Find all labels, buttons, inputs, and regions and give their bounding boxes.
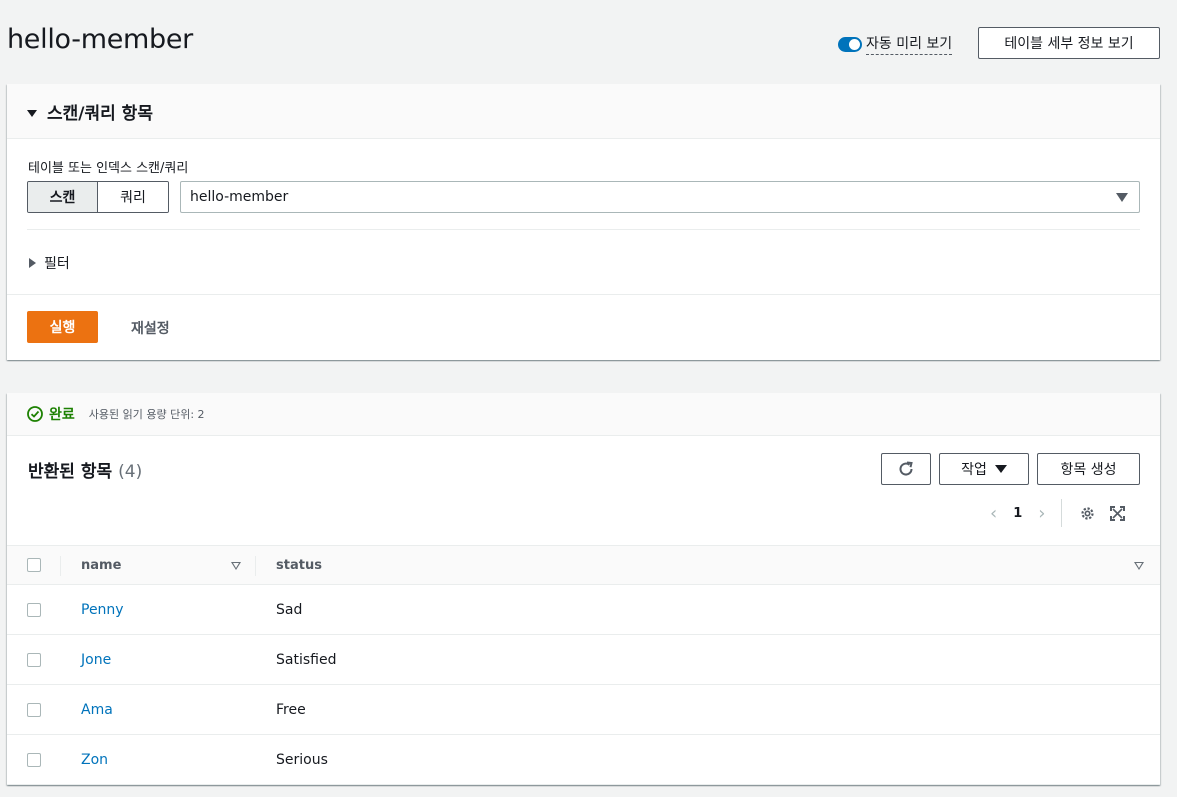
scan-query-panel-title: 스캔/쿼리 항목 <box>47 103 153 124</box>
divider <box>7 294 1160 295</box>
chevron-right-icon[interactable]: › <box>1038 503 1045 524</box>
table-index-select[interactable]: hello-member <box>180 181 1140 213</box>
actions-label: 작업 <box>961 462 987 478</box>
select-all-checkbox[interactable] <box>27 558 41 572</box>
row-checkbox[interactable] <box>27 652 41 667</box>
table-row[interactable]: Jone Satisfied <box>7 635 1160 685</box>
filter-expander[interactable]: 필터 <box>29 253 70 273</box>
column-header-name[interactable]: name <box>81 558 121 573</box>
column-header-status[interactable]: status <box>276 558 322 573</box>
success-check-icon <box>27 406 43 422</box>
refresh-icon <box>899 461 913 476</box>
actions-dropdown-button[interactable]: 작업 <box>939 453 1029 485</box>
caret-right-icon <box>29 258 36 268</box>
sort-icon[interactable] <box>231 562 241 570</box>
divider <box>27 229 1140 230</box>
item-status: Sad <box>276 601 303 618</box>
item-status: Satisfied <box>276 651 337 668</box>
create-item-button[interactable]: 항목 생성 <box>1037 453 1140 485</box>
status-detail: 사용된 읽기 용량 단위: 2 <box>88 408 205 421</box>
caret-down-icon[interactable] <box>27 109 37 117</box>
results-table: name status Penny Sad Jone Satisfied Ama… <box>7 545 1160 785</box>
status-text: 완료 <box>49 407 75 423</box>
table-row[interactable]: Zon Serious <box>7 735 1160 785</box>
view-table-details-button[interactable]: 테이블 세부 정보 보기 <box>978 27 1160 59</box>
item-status: Free <box>276 701 306 718</box>
table-index-select-value: hello-member <box>190 189 289 205</box>
scan-query-panel-header[interactable]: 스캔/쿼리 항목 <box>7 84 1160 139</box>
item-status: Serious <box>276 751 328 768</box>
filter-label: 필터 <box>44 256 70 272</box>
segment-scan[interactable]: 스캔 <box>28 182 98 212</box>
column-divider <box>255 556 256 576</box>
row-checkbox[interactable] <box>27 702 41 717</box>
auto-preview-toggle[interactable] <box>838 36 862 52</box>
auto-preview-toggle-group[interactable]: 자동 미리 보기 <box>838 33 953 55</box>
scan-query-field-label: 테이블 또는 인덱스 스캔/쿼리 <box>28 161 189 176</box>
table-header-row: name status <box>7 545 1160 585</box>
chevron-left-icon[interactable]: ‹ <box>990 503 997 524</box>
caret-down-icon <box>994 465 1007 473</box>
item-name-link[interactable]: Zon <box>81 752 108 768</box>
page-number[interactable]: 1 <box>1013 506 1022 521</box>
scan-query-segmented-control: 스캔 쿼리 <box>27 181 169 213</box>
status-bar: 완료 사용된 읽기 용량 단위: 2 <box>7 393 1160 436</box>
auto-preview-label[interactable]: 자동 미리 보기 <box>866 33 953 55</box>
reset-button[interactable]: 재설정 <box>131 318 170 338</box>
item-name-link[interactable]: Ama <box>81 702 113 718</box>
row-checkbox[interactable] <box>27 752 41 767</box>
page-title: hello-member <box>7 24 193 55</box>
results-title: 반환된 항목 <box>28 462 113 482</box>
gear-icon[interactable] <box>1078 504 1096 522</box>
caret-down-icon <box>1116 193 1128 202</box>
table-row[interactable]: Penny Sad <box>7 585 1160 635</box>
fullscreen-icon[interactable] <box>1108 504 1126 522</box>
results-panel: 완료 사용된 읽기 용량 단위: 2 반환된 항목 (4) 작업 항목 생성 ‹… <box>7 393 1160 785</box>
divider <box>1061 499 1063 527</box>
sort-icon[interactable] <box>1134 562 1144 570</box>
item-name-link[interactable]: Penny <box>81 602 124 618</box>
table-row[interactable]: Ama Free <box>7 685 1160 735</box>
row-checkbox[interactable] <box>27 602 41 617</box>
run-button[interactable]: 실행 <box>27 311 98 343</box>
results-count: (4) <box>118 462 143 482</box>
item-name-link[interactable]: Jone <box>81 652 111 668</box>
results-header: 반환된 항목 (4) <box>28 457 142 482</box>
scan-query-panel: 스캔/쿼리 항목 테이블 또는 인덱스 스캔/쿼리 스캔 쿼리 hello-me… <box>7 84 1160 360</box>
pagination: ‹ 1 › <box>990 499 1126 527</box>
segment-query[interactable]: 쿼리 <box>98 182 168 212</box>
refresh-button[interactable] <box>881 453 931 485</box>
column-divider <box>60 556 61 576</box>
